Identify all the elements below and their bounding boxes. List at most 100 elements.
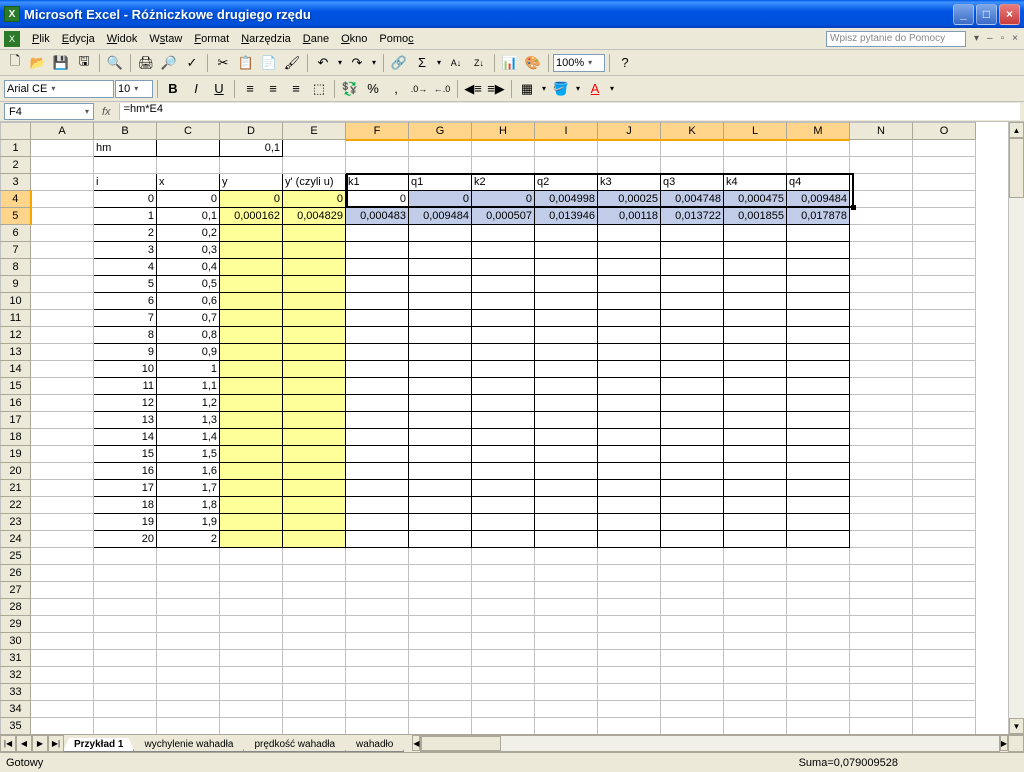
cell-G20[interactable] <box>409 463 472 480</box>
cell-B23[interactable]: 19 <box>94 514 157 531</box>
cell-N14[interactable] <box>850 361 913 378</box>
cell-E9[interactable] <box>283 276 346 293</box>
cell-M30[interactable] <box>787 633 850 650</box>
cell-F34[interactable] <box>346 701 409 718</box>
row-header-13[interactable]: 13 <box>1 344 31 361</box>
cell-N18[interactable] <box>850 429 913 446</box>
cell-F3[interactable]: k1 <box>346 174 409 191</box>
cell-M16[interactable] <box>787 395 850 412</box>
cell-A16[interactable] <box>31 395 94 412</box>
cell-N21[interactable] <box>850 480 913 497</box>
cell-H12[interactable] <box>472 327 535 344</box>
cell-L5[interactable]: 0,001855 <box>724 208 787 225</box>
cell-A9[interactable] <box>31 276 94 293</box>
cell-C3[interactable]: x <box>157 174 220 191</box>
cell-B28[interactable] <box>94 599 157 616</box>
menu-edit[interactable]: Edycja <box>56 31 101 47</box>
cell-J2[interactable] <box>598 157 661 174</box>
sheet-tab-1[interactable]: Przykład 1 <box>63 738 134 752</box>
cell-D24[interactable] <box>220 531 283 548</box>
mdi-close[interactable]: × <box>1010 33 1020 44</box>
cell-H11[interactable] <box>472 310 535 327</box>
cell-K22[interactable] <box>661 497 724 514</box>
cell-B34[interactable] <box>94 701 157 718</box>
cell-I31[interactable] <box>535 650 598 667</box>
cell-N26[interactable] <box>850 565 913 582</box>
cell-N2[interactable] <box>850 157 913 174</box>
cell-M22[interactable] <box>787 497 850 514</box>
cell-N30[interactable] <box>850 633 913 650</box>
print-button[interactable]: 🖨 <box>135 52 157 74</box>
cell-I33[interactable] <box>535 684 598 701</box>
mdi-dropdown[interactable]: ▾ <box>972 33 981 44</box>
sheet-tab-4[interactable]: wahadło <box>345 738 404 752</box>
cell-G14[interactable] <box>409 361 472 378</box>
cell-N27[interactable] <box>850 582 913 599</box>
cell-F10[interactable] <box>346 293 409 310</box>
cell-A26[interactable] <box>31 565 94 582</box>
cell-A12[interactable] <box>31 327 94 344</box>
cell-D12[interactable] <box>220 327 283 344</box>
cell-E28[interactable] <box>283 599 346 616</box>
cell-J5[interactable]: 0,00118 <box>598 208 661 225</box>
cell-I10[interactable] <box>535 293 598 310</box>
cell-A5[interactable] <box>31 208 94 225</box>
cell-I2[interactable] <box>535 157 598 174</box>
cell-M13[interactable] <box>787 344 850 361</box>
cell-G11[interactable] <box>409 310 472 327</box>
cell-C30[interactable] <box>157 633 220 650</box>
cell-M1[interactable] <box>787 140 850 157</box>
cell-M32[interactable] <box>787 667 850 684</box>
cell-B10[interactable]: 6 <box>94 293 157 310</box>
cell-M29[interactable] <box>787 616 850 633</box>
sheet-tab-2[interactable]: wychylenie wahadła <box>133 738 244 752</box>
cell-K27[interactable] <box>661 582 724 599</box>
underline-button[interactable]: U <box>208 78 230 100</box>
cell-O16[interactable] <box>913 395 976 412</box>
cell-A13[interactable] <box>31 344 94 361</box>
cell-J34[interactable] <box>598 701 661 718</box>
cell-H13[interactable] <box>472 344 535 361</box>
cell-H28[interactable] <box>472 599 535 616</box>
cell-B14[interactable]: 10 <box>94 361 157 378</box>
menu-format[interactable]: Format <box>188 31 235 47</box>
cell-C19[interactable]: 1,5 <box>157 446 220 463</box>
cell-H32[interactable] <box>472 667 535 684</box>
cell-H1[interactable] <box>472 140 535 157</box>
cell-C5[interactable]: 0,1 <box>157 208 220 225</box>
cell-K2[interactable] <box>661 157 724 174</box>
autosum-dd[interactable]: ▾ <box>434 52 444 74</box>
cell-A23[interactable] <box>31 514 94 531</box>
cell-C18[interactable]: 1,4 <box>157 429 220 446</box>
cell-M6[interactable] <box>787 225 850 242</box>
dec-decimal-button[interactable]: ←.0 <box>431 78 453 100</box>
cell-H33[interactable] <box>472 684 535 701</box>
row-header-15[interactable]: 15 <box>1 378 31 395</box>
cell-M28[interactable] <box>787 599 850 616</box>
cell-I21[interactable] <box>535 480 598 497</box>
cell-F14[interactable] <box>346 361 409 378</box>
cell-B4[interactable]: 0 <box>94 191 157 208</box>
drawing-button[interactable]: 🎨 <box>522 52 544 74</box>
saveall-button[interactable]: 🖫 <box>73 52 95 74</box>
cell-G24[interactable] <box>409 531 472 548</box>
cell-E18[interactable] <box>283 429 346 446</box>
cell-K4[interactable]: 0,004748 <box>661 191 724 208</box>
cell-C8[interactable]: 0,4 <box>157 259 220 276</box>
cell-F9[interactable] <box>346 276 409 293</box>
cell-O11[interactable] <box>913 310 976 327</box>
scroll-up-button[interactable]: ▲ <box>1009 122 1024 138</box>
cell-M26[interactable] <box>787 565 850 582</box>
cell-E34[interactable] <box>283 701 346 718</box>
cell-K3[interactable]: q3 <box>661 174 724 191</box>
cell-E33[interactable] <box>283 684 346 701</box>
cell-F32[interactable] <box>346 667 409 684</box>
cell-L4[interactable]: 0,000475 <box>724 191 787 208</box>
font-combo[interactable]: Arial CE▾ <box>4 80 114 98</box>
cell-N10[interactable] <box>850 293 913 310</box>
cell-L33[interactable] <box>724 684 787 701</box>
cell-J16[interactable] <box>598 395 661 412</box>
cell-L16[interactable] <box>724 395 787 412</box>
cell-B2[interactable] <box>94 157 157 174</box>
cell-D7[interactable] <box>220 242 283 259</box>
